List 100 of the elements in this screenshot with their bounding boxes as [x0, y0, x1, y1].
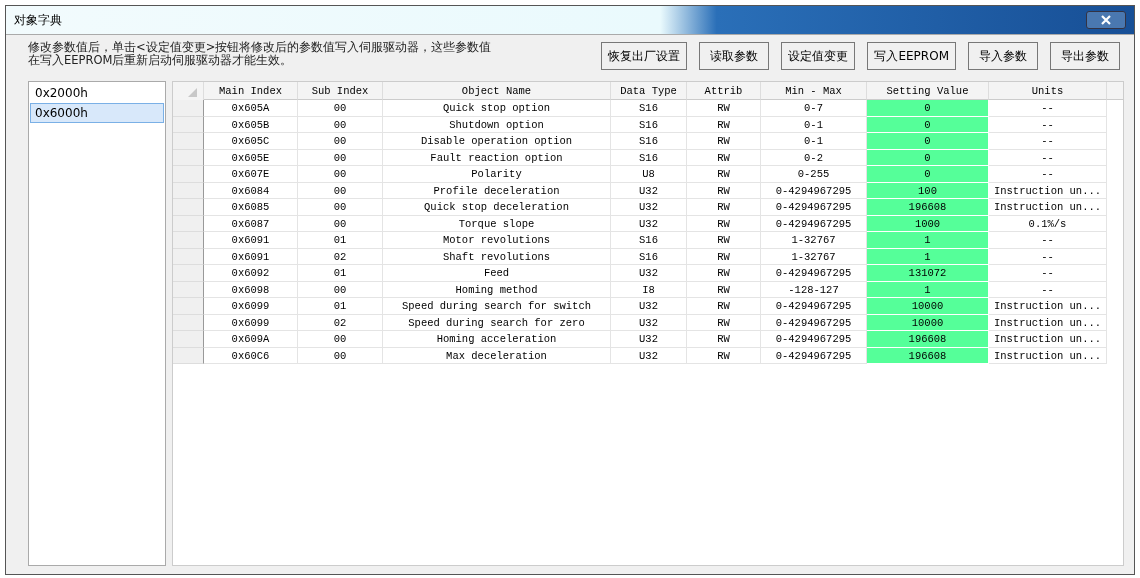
table-cell: --	[989, 265, 1107, 282]
table-cell: U32	[611, 298, 687, 315]
table-cell: 00	[298, 182, 383, 199]
row-header[interactable]	[173, 331, 204, 348]
table-cell: Homing acceleration	[383, 331, 611, 348]
table-cell: Speed during search for zero	[383, 314, 611, 331]
table-cell: U32	[611, 199, 687, 216]
table-cell: RW	[687, 149, 761, 166]
table-cell: Disable operation option	[383, 133, 611, 150]
table-cell: 02	[298, 248, 383, 265]
table-cell: U8	[611, 166, 687, 183]
table-cell: RW	[687, 298, 761, 315]
table-cell: Speed during search for switch	[383, 298, 611, 315]
select-all-icon	[188, 88, 197, 97]
table-cell: U32	[611, 265, 687, 282]
instruction-text: 修改参数值后，单击<设定值变更>按钮将修改后的参数值写入伺服驱动器，这些参数值在写入EEPROM后重新启动伺服驱动器才能生效。	[28, 41, 493, 67]
table-cell: U32	[611, 347, 687, 364]
table-cell: S16	[611, 133, 687, 150]
table-cell: RW	[687, 100, 761, 117]
table-cell: Quick stop option	[383, 100, 611, 117]
table-cell: 02	[298, 314, 383, 331]
table-cell: 0	[867, 100, 989, 117]
toolbar-button[interactable]: 导入参数	[968, 42, 1038, 70]
table-cell: RW	[687, 199, 761, 216]
table-cell: RW	[687, 133, 761, 150]
row-header[interactable]	[173, 265, 204, 282]
row-header[interactable]	[173, 100, 204, 117]
table-cell: Fault reaction option	[383, 149, 611, 166]
table-cell: 00	[298, 149, 383, 166]
column-header[interactable]: Object Name	[383, 82, 611, 100]
table-cell: 0x6091	[204, 232, 298, 249]
table-cell: 00	[298, 331, 383, 348]
table-cell: 0x605A	[204, 100, 298, 117]
table-cell: --	[989, 149, 1107, 166]
column-header[interactable]: Units	[989, 82, 1107, 100]
list-item[interactable]: 0x6000h	[30, 103, 164, 123]
table-cell: 00	[298, 116, 383, 133]
table-cell: 0	[867, 166, 989, 183]
table-cell: Polarity	[383, 166, 611, 183]
toolbar-button[interactable]: 设定值变更	[781, 42, 856, 70]
table-cell: RW	[687, 265, 761, 282]
close-icon	[1101, 15, 1111, 25]
table-cell: RW	[687, 215, 761, 232]
table-cell: 00	[298, 347, 383, 364]
column-header[interactable]: Sub Index	[298, 82, 383, 100]
table-cell: Quick stop deceleration	[383, 199, 611, 216]
table-cell: 0x6099	[204, 298, 298, 315]
close-button[interactable]	[1086, 11, 1126, 29]
list-item[interactable]: 0x2000h	[30, 83, 164, 103]
table-cell: 0x6087	[204, 215, 298, 232]
row-header[interactable]	[173, 199, 204, 216]
table-cell: 0x6085	[204, 199, 298, 216]
table-cell: U32	[611, 182, 687, 199]
table-cell: RW	[687, 166, 761, 183]
column-header[interactable]: Data Type	[611, 82, 687, 100]
toolbar-button[interactable]: 导出参数	[1050, 42, 1120, 70]
table-cell: Instruction un...	[989, 347, 1107, 364]
table-cell: 01	[298, 265, 383, 282]
table-cell: Profile deceleration	[383, 182, 611, 199]
table-cell: 196608	[867, 199, 989, 216]
table-cell: 0x609A	[204, 331, 298, 348]
table-cell: Instruction un...	[989, 182, 1107, 199]
table-cell: RW	[687, 281, 761, 298]
table-cell: 0x6091	[204, 248, 298, 265]
row-header[interactable]	[173, 133, 204, 150]
table-cell: Shutdown option	[383, 116, 611, 133]
table-cell: Homing method	[383, 281, 611, 298]
table-cell: 0x605B	[204, 116, 298, 133]
column-header[interactable]: Attrib	[687, 82, 761, 100]
table-cell: 10000	[867, 298, 989, 315]
table-cell: RW	[687, 232, 761, 249]
window-title: 对象字典	[14, 11, 62, 29]
table-cell: 0x607E	[204, 166, 298, 183]
table-cell: 00	[298, 133, 383, 150]
table-cell: 0x605C	[204, 133, 298, 150]
table-cell: Instruction un...	[989, 298, 1107, 315]
row-header[interactable]	[173, 298, 204, 315]
table-cell: --	[989, 133, 1107, 150]
row-header[interactable]	[173, 166, 204, 183]
table-cell: 00	[298, 100, 383, 117]
table-cell: Torque slope	[383, 215, 611, 232]
toolbar-button[interactable]: 读取参数	[699, 42, 770, 70]
table-cell: I8	[611, 281, 687, 298]
table-cell: S16	[611, 149, 687, 166]
table-cell: RW	[687, 331, 761, 348]
table-cell: Max deceleration	[383, 347, 611, 364]
table-cell: --	[989, 281, 1107, 298]
column-header[interactable]: Min - Max	[761, 82, 867, 100]
table-cell: --	[989, 232, 1107, 249]
table-cell: 0x6099	[204, 314, 298, 331]
table-cell: 01	[298, 298, 383, 315]
table-cell: 0x6098	[204, 281, 298, 298]
table-cell: --	[989, 116, 1107, 133]
column-header[interactable]: Main Index	[204, 82, 298, 100]
table-cell: 01	[298, 232, 383, 249]
table-cell: 0	[867, 133, 989, 150]
toolbar-button[interactable]: 恢复出厂设置	[601, 42, 688, 70]
row-header[interactable]	[173, 232, 204, 249]
toolbar-button[interactable]: 写入EEPROM	[867, 42, 956, 70]
table-cell: 0x605E	[204, 149, 298, 166]
